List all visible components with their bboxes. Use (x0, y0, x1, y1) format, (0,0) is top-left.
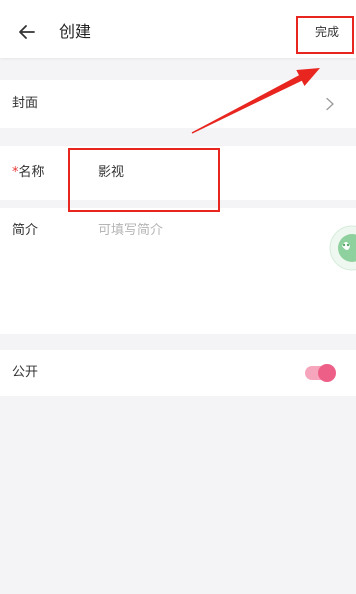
intro-label: 简介 (12, 223, 39, 238)
back-button[interactable] (14, 19, 40, 45)
intro-input[interactable]: 可填写简介 (98, 222, 163, 240)
header-bar: 创建 完成 (0, 0, 356, 58)
public-row: 公开 (0, 350, 356, 396)
name-label: *名称 (12, 164, 45, 182)
toggle-knob (318, 364, 336, 382)
public-toggle[interactable] (304, 363, 338, 383)
name-label-text: 名称 (18, 165, 45, 180)
done-button[interactable]: 完成 (315, 24, 339, 40)
intro-row: 简介 可填写简介 (0, 208, 356, 334)
cover-label: 封面 (12, 96, 39, 111)
page-title: 创建 (59, 22, 92, 41)
cover-row[interactable]: 封面 (0, 80, 356, 128)
name-input[interactable]: 影视 (98, 164, 124, 182)
arrow-left-icon (19, 25, 35, 39)
chevron-right-icon (326, 97, 334, 111)
public-label: 公开 (12, 365, 39, 380)
name-row: *名称 影视 (0, 146, 356, 200)
floating-assistant-button[interactable] (328, 224, 356, 272)
create-page: 创建 完成 封面 *名称 影视 简介 可填写简介 公开 (0, 0, 356, 594)
